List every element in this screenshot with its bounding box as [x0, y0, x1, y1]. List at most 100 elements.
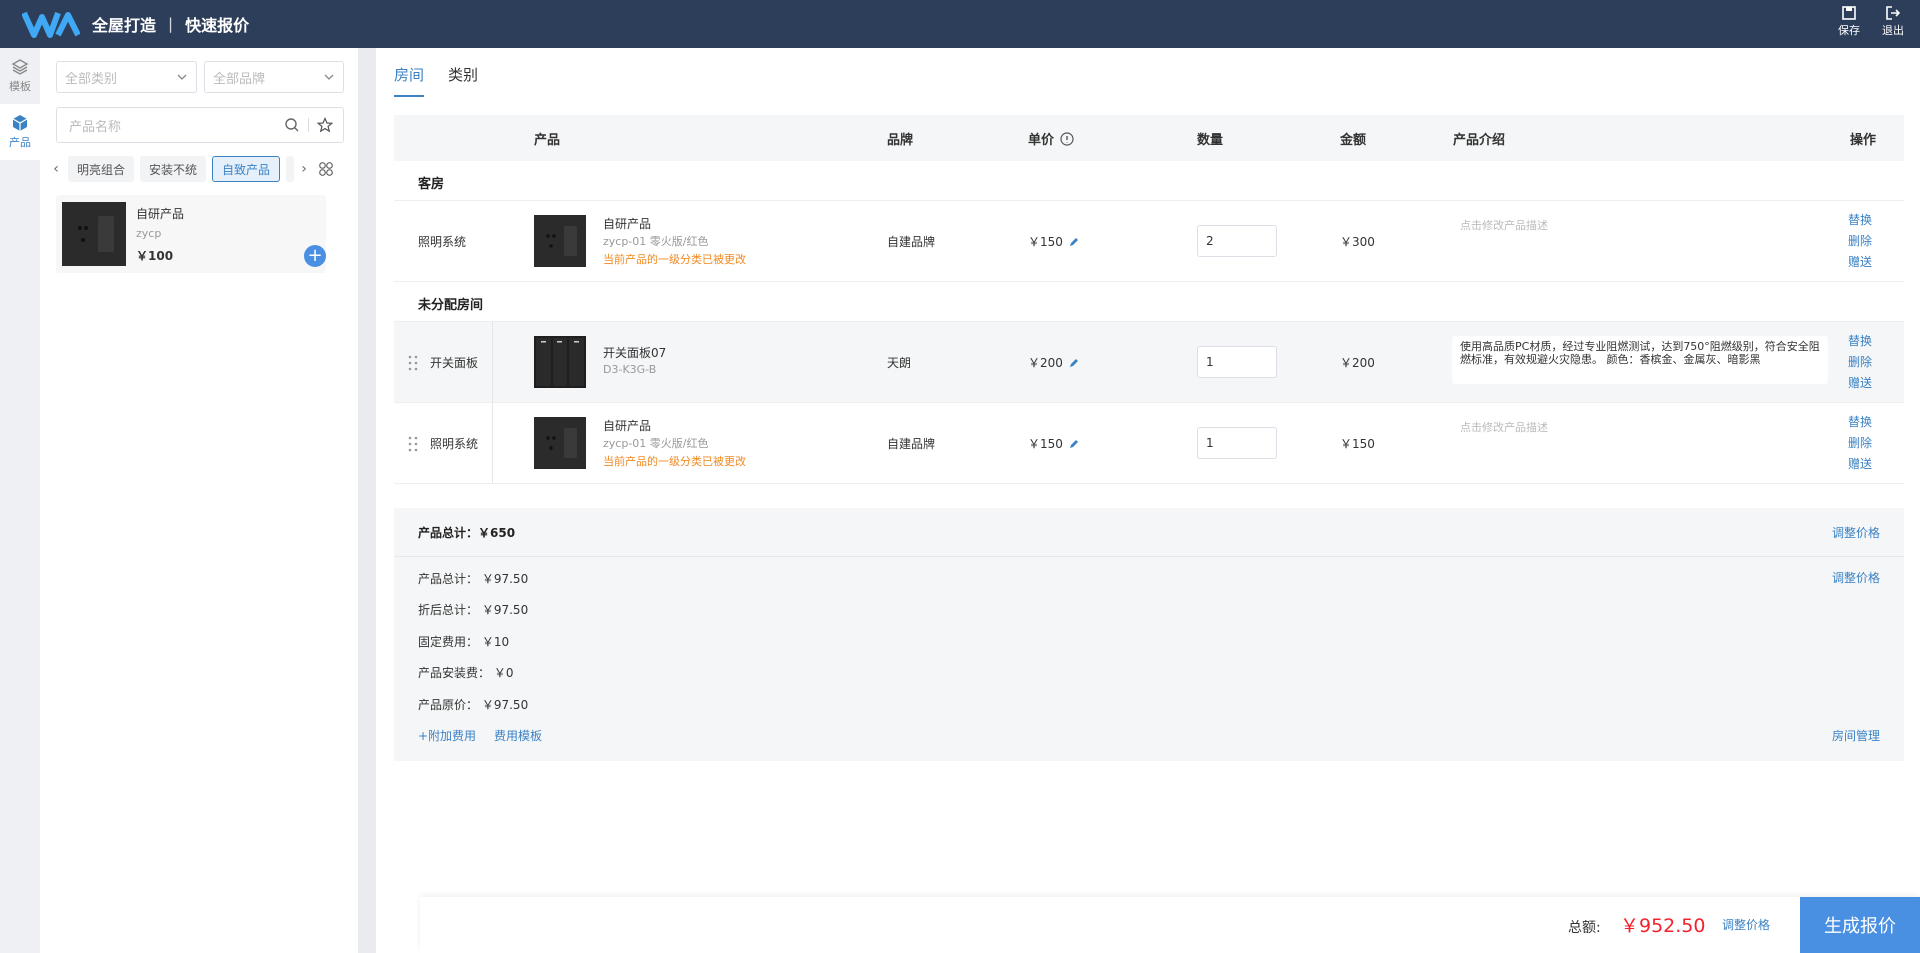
logout-button[interactable]: 退出: [1882, 6, 1904, 38]
delete-link[interactable]: 删除: [1848, 434, 1872, 451]
summary-item-value: ￥97.50: [481, 698, 529, 712]
rail-item-template[interactable]: 模板: [0, 48, 40, 104]
app-title: 全屋打造: [92, 16, 157, 35]
chip-install[interactable]: 安装不统: [140, 156, 207, 182]
save-icon: [1842, 6, 1856, 20]
summary-item: 产品安装费： ￥0: [418, 664, 513, 681]
star-icon[interactable]: [317, 117, 333, 133]
delete-link[interactable]: 删除: [1848, 353, 1872, 370]
drag-handle-icon[interactable]: [408, 436, 418, 452]
product-card[interactable]: 自研产品 zycp ￥100 +: [56, 195, 326, 273]
quantity-input[interactable]: 1: [1197, 346, 1277, 378]
row-description-placeholder[interactable]: 点击修改产品描述: [1460, 419, 1548, 435]
chevron-right-icon[interactable]: ›: [298, 161, 310, 177]
rail-item-template-label: 模板: [9, 80, 31, 93]
row-description-placeholder[interactable]: 点击修改产品描述: [1460, 217, 1548, 233]
row-ops: 替换 删除 赠送: [1848, 332, 1872, 391]
room-manage-link[interactable]: 房间管理: [1832, 727, 1880, 744]
summary-item: 产品总计： ￥97.50: [418, 570, 528, 587]
rail-item-product-label: 产品: [9, 136, 31, 149]
summary-item-value: ￥10: [481, 635, 510, 649]
gift-link[interactable]: 赠送: [1848, 374, 1872, 391]
chevron-down-icon: [324, 74, 334, 80]
header-product: 产品: [534, 133, 561, 148]
tab-category[interactable]: 类别: [448, 64, 478, 97]
row-product-spec: zycp-01 零火版/红色: [603, 235, 709, 248]
row-price: ￥150: [1028, 435, 1079, 452]
replace-link[interactable]: 替换: [1848, 211, 1872, 228]
header-brand: 品牌: [887, 133, 914, 148]
summary-item: 固定费用： ￥10: [418, 633, 509, 650]
fee-template-link[interactable]: 费用模板: [494, 727, 542, 744]
group-name: 客房: [418, 177, 445, 192]
page-title: 快速报价: [185, 16, 250, 35]
summary-item-label: 产品总计：: [418, 572, 479, 586]
edit-icon[interactable]: [1069, 439, 1079, 449]
adjust-price-link[interactable]: 调整价格: [1832, 524, 1880, 541]
search-icon[interactable]: [284, 117, 300, 133]
summary-item: 产品原价： ￥97.50: [418, 696, 528, 713]
save-label: 保存: [1838, 24, 1860, 37]
category-select-value: 全部类别: [65, 71, 118, 87]
logout-label: 退出: [1882, 24, 1904, 37]
table-row: 照明系统 自研产品 zycp-01 零火版/红色 当前产品的一级分类已被更改 自…: [394, 403, 1904, 484]
edit-icon[interactable]: [1069, 237, 1079, 247]
delete-link[interactable]: 删除: [1848, 232, 1872, 249]
row-room: 照明系统: [430, 437, 479, 451]
chip-self-product[interactable]: 自致产品: [212, 156, 281, 182]
gift-link[interactable]: 赠送: [1848, 455, 1872, 472]
panel-scrollbar[interactable]: [358, 48, 376, 953]
summary-product-total: 产品总计：￥650: [418, 526, 516, 540]
row-amount: ￥150: [1340, 437, 1375, 451]
row-warning: 当前产品的一级分类已被更改: [603, 253, 746, 266]
category-select[interactable]: 全部类别: [56, 61, 197, 93]
generate-quote-button[interactable]: 生成报价: [1800, 897, 1920, 953]
summary-item-value: ￥97.50: [481, 603, 529, 617]
product-code: zycp: [136, 227, 162, 240]
product-panel: 全部类别 全部品牌 产品名称 ‹ 明亮组合 安装不统 自致产品 › 自研产品 z…: [40, 48, 358, 953]
summary-item-value: ￥97.50: [481, 572, 529, 586]
gift-link[interactable]: 赠送: [1848, 253, 1872, 270]
replace-link[interactable]: 替换: [1848, 413, 1872, 430]
row-product-spec: zycp-01 零火版/红色: [603, 437, 709, 450]
row-price-value: ￥150: [1028, 437, 1063, 451]
chip-partial[interactable]: [286, 156, 295, 182]
chip-combo[interactable]: 明亮组合: [68, 156, 135, 182]
edit-icon[interactable]: [1069, 358, 1079, 368]
info-icon[interactable]: [1060, 131, 1074, 146]
brand-select[interactable]: 全部品牌: [204, 61, 344, 93]
tab-room[interactable]: 房间: [394, 64, 425, 97]
quantity-input[interactable]: 1: [1197, 427, 1277, 459]
save-button[interactable]: 保存: [1838, 6, 1860, 38]
header-actions: 操作: [1850, 133, 1877, 148]
add-product-button[interactable]: +: [304, 245, 326, 267]
row-price-value: ￥150: [1028, 235, 1063, 249]
drag-handle-icon[interactable]: [408, 355, 418, 371]
replace-link[interactable]: 替换: [1848, 332, 1872, 349]
header-amount: 金额: [1340, 133, 1367, 148]
category-chips: ‹ 明亮组合 安装不统 自致产品 ›: [50, 155, 350, 183]
group-unassigned: 未分配房间: [394, 282, 1904, 322]
row-room: 照明系统: [418, 235, 467, 249]
group-name: 未分配房间: [418, 298, 484, 313]
add-fee-link[interactable]: +附加费用: [418, 727, 476, 744]
chevron-left-icon[interactable]: ‹: [50, 161, 62, 177]
product-search-input[interactable]: 产品名称: [56, 107, 344, 143]
product-image: [534, 215, 586, 267]
row-amount: ￥300: [1340, 235, 1375, 249]
product-name: 自研产品: [136, 207, 185, 221]
layers-icon: [11, 59, 29, 75]
quantity-input[interactable]: 2: [1197, 225, 1277, 257]
total-label: 总额:: [1568, 920, 1601, 936]
row-description[interactable]: 使用高品质PC材质，经过专业阻燃测试，达到750°阻燃级别，符合安全阻燃标准，有…: [1452, 336, 1828, 384]
search-divider: [308, 118, 309, 132]
rail-item-product[interactable]: 产品: [0, 104, 40, 160]
bottom-bar: 总额: ￥952.50 调整价格 生成报价: [420, 897, 1920, 953]
adjust-price-link-2[interactable]: 调整价格: [1832, 569, 1880, 586]
row-product-name: 自研产品: [603, 419, 652, 433]
footer-adjust-price-link[interactable]: 调整价格: [1722, 916, 1770, 933]
row-room: 开关面板: [430, 356, 479, 370]
table-header: 产品 品牌 单价 数量 金额 产品介绍 操作: [394, 115, 1904, 161]
row-amount: ￥200: [1340, 356, 1375, 370]
grid-icon[interactable]: [318, 161, 334, 177]
